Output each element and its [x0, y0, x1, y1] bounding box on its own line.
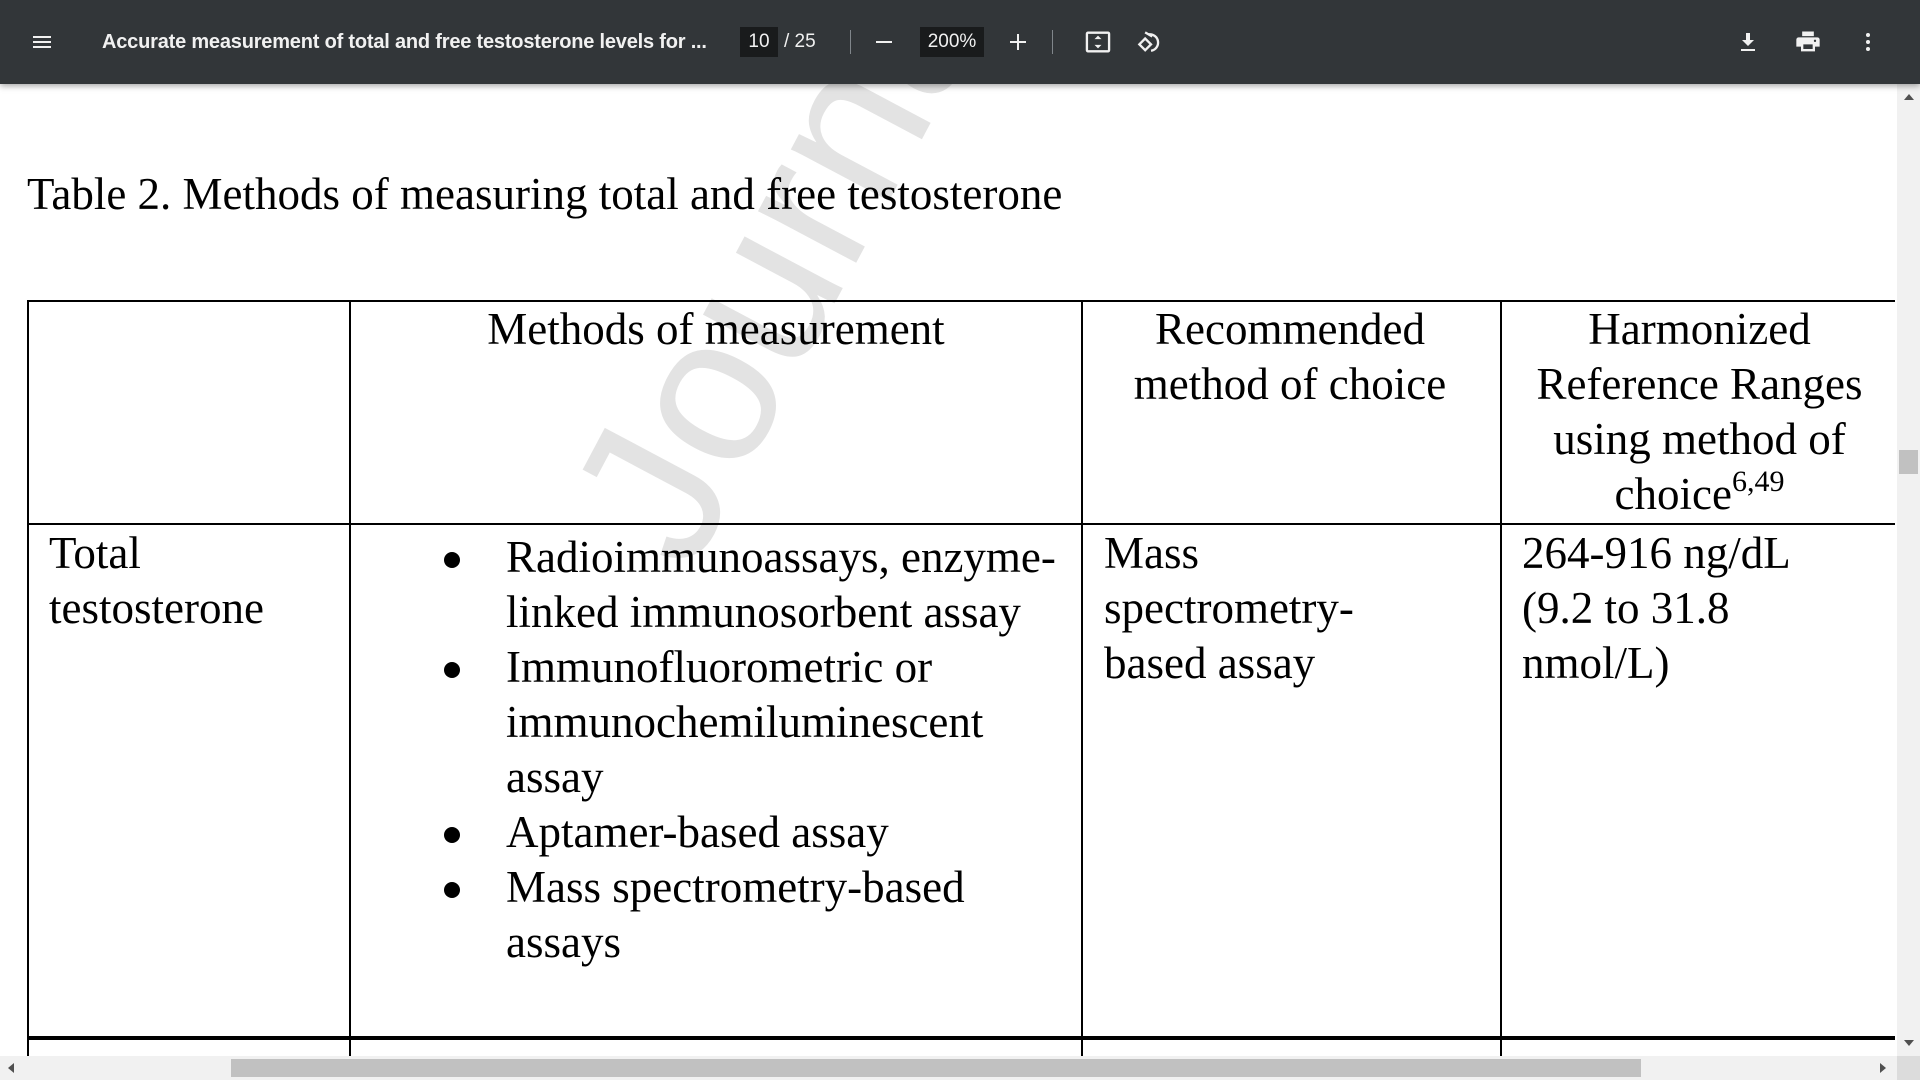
vertical-scrollbar[interactable]	[1897, 84, 1920, 1056]
toolbar-divider	[1052, 30, 1053, 54]
header-reference-text: Harmonized Reference Ranges using method…	[1536, 304, 1863, 519]
citation-superscript: 6,49	[1731, 465, 1785, 498]
table-border	[27, 300, 29, 1056]
header-recommended: Recommended method of choice	[1133, 304, 1447, 409]
methods-list: Radioimmunoassays, enzyme-linked immunos…	[444, 530, 1064, 970]
scrollbar-corner	[1897, 1056, 1920, 1080]
header-methods: Methods of measurement	[487, 304, 945, 354]
method-item: Immunofluorometric or immunochemilumines…	[444, 640, 1064, 805]
method-item: Mass spectrometry-based assays	[444, 860, 1064, 970]
page-number-input[interactable]: 10	[740, 27, 778, 57]
zoom-level-input[interactable]: 200%	[920, 27, 984, 57]
zoom-in-icon[interactable]	[998, 22, 1038, 62]
table-border	[27, 523, 1895, 525]
header-reference-ranges: Harmonized Reference Ranges using method…	[1502, 302, 1895, 522]
table-border	[27, 1036, 1895, 1040]
method-item: Radioimmunoassays, enzyme-linked immunos…	[444, 530, 1064, 640]
document-title: Accurate measurement of total and free t…	[102, 30, 707, 53]
vertical-scroll-thumb[interactable]	[1899, 450, 1918, 474]
more-options-icon[interactable]	[1848, 22, 1888, 62]
menu-icon[interactable]	[22, 22, 62, 62]
toolbar-divider	[850, 30, 851, 54]
scroll-up-arrow-icon[interactable]	[1904, 94, 1914, 100]
horizontal-scroll-thumb[interactable]	[231, 1059, 1641, 1077]
table-border	[349, 300, 351, 1056]
pdf-toolbar: Accurate measurement of total and free t…	[0, 0, 1920, 84]
pdf-viewport: Journal Table 2. Methods of measuring to…	[0, 84, 1895, 1056]
scroll-left-arrow-icon[interactable]	[8, 1063, 14, 1073]
zoom-out-icon[interactable]	[864, 22, 904, 62]
row-label: Total testosterone	[49, 528, 264, 633]
scroll-down-arrow-icon[interactable]	[1904, 1040, 1914, 1046]
page-total: / 25	[784, 31, 816, 52]
download-icon[interactable]	[1728, 22, 1768, 62]
table-title: Table 2. Methods of measuring total and …	[27, 169, 1063, 219]
methods-cell: Radioimmunoassays, enzyme-linked immunos…	[444, 530, 1064, 970]
print-icon[interactable]	[1788, 22, 1828, 62]
horizontal-scrollbar[interactable]	[0, 1056, 1897, 1080]
reference-range-cell: 264-916 ng/dL (9.2 to 31.8 nmol/L)	[1522, 528, 1790, 688]
recommended-cell: Mass spectrometry-based assay	[1104, 528, 1354, 688]
scroll-right-arrow-icon[interactable]	[1880, 1063, 1886, 1073]
method-item: Aptamer-based assay	[444, 805, 1064, 860]
table-border	[1081, 300, 1083, 1056]
fit-page-icon[interactable]	[1078, 22, 1118, 62]
rotate-icon[interactable]	[1131, 22, 1171, 62]
